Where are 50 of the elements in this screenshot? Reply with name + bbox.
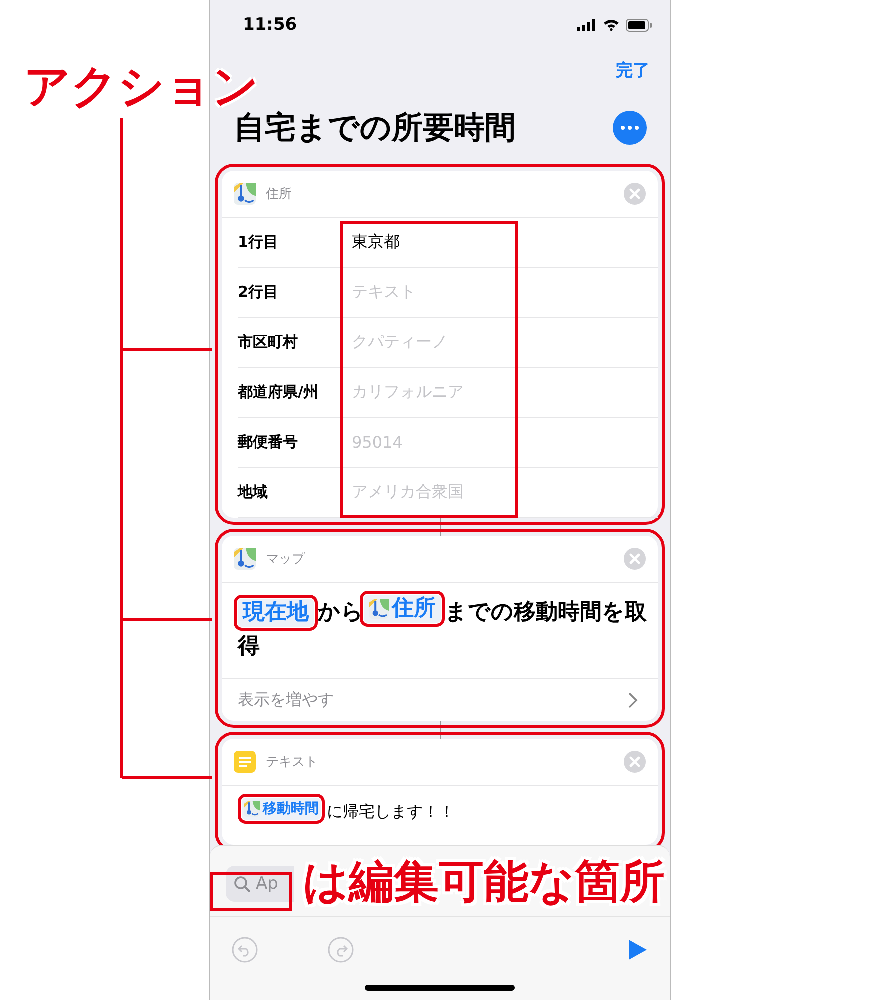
map-icon (234, 183, 256, 206)
field-label: 2行目 (238, 283, 280, 302)
battery-icon (626, 18, 652, 32)
signal-icon (577, 19, 597, 32)
action-text: に帰宅します！！ (327, 802, 455, 822)
map-icon (234, 548, 256, 570)
play-button[interactable] (628, 939, 648, 962)
action-app-name: マップ (266, 551, 306, 568)
variable-token[interactable]: 移動時間 (242, 798, 321, 820)
field-placeholder[interactable]: アメリカ合衆国 (352, 482, 464, 504)
field-placeholder[interactable]: クパティーノ (352, 332, 448, 354)
more-button[interactable] (613, 111, 647, 146)
chevron-icon (628, 692, 638, 709)
field-label: 1行目 (238, 233, 280, 252)
close-button[interactable] (624, 751, 646, 774)
redo-button[interactable] (328, 937, 354, 964)
close-button[interactable] (624, 548, 646, 570)
field-label: 郵便番号 (238, 433, 299, 452)
clock-time: 11:56 (243, 15, 298, 36)
action-text: から (318, 599, 364, 628)
field-label: 都道府県/州 (238, 383, 320, 402)
done-button[interactable]: 完了 (616, 58, 650, 82)
note-icon (234, 751, 256, 774)
field-placeholder[interactable]: 95014 (352, 433, 403, 452)
map-icon (244, 801, 260, 818)
annotation-note: は編集可能な箇所 (303, 854, 665, 910)
action-app-name: 住所 (266, 186, 293, 204)
action-text: までの移動時間を取 (445, 599, 647, 628)
field-label: 地域 (238, 483, 269, 502)
close-icon (624, 548, 646, 570)
field-label: 市区町村 (238, 333, 299, 352)
action-text: 得 (238, 633, 260, 662)
field-placeholder[interactable]: カリフォルニア (352, 382, 464, 404)
undo-icon (232, 937, 258, 964)
variable-token[interactable]: 現在地 (238, 599, 314, 628)
undo-button[interactable] (232, 937, 258, 964)
close-icon (624, 751, 646, 774)
redo-icon (328, 937, 354, 964)
wifi-icon (603, 19, 620, 32)
close-icon (624, 183, 646, 206)
close-button[interactable] (624, 183, 646, 206)
map-icon (369, 599, 389, 620)
field-placeholder[interactable]: テキスト (352, 282, 416, 304)
play-icon (628, 939, 648, 962)
field-value[interactable]: 東京都 (352, 232, 400, 254)
action-app-name: テキスト (266, 754, 319, 772)
variable-token[interactable]: 住所 (364, 595, 441, 624)
show-more-row[interactable]: 表示を増やす (222, 679, 658, 722)
ellipsis-icon (621, 126, 639, 130)
search-icon (234, 876, 251, 894)
